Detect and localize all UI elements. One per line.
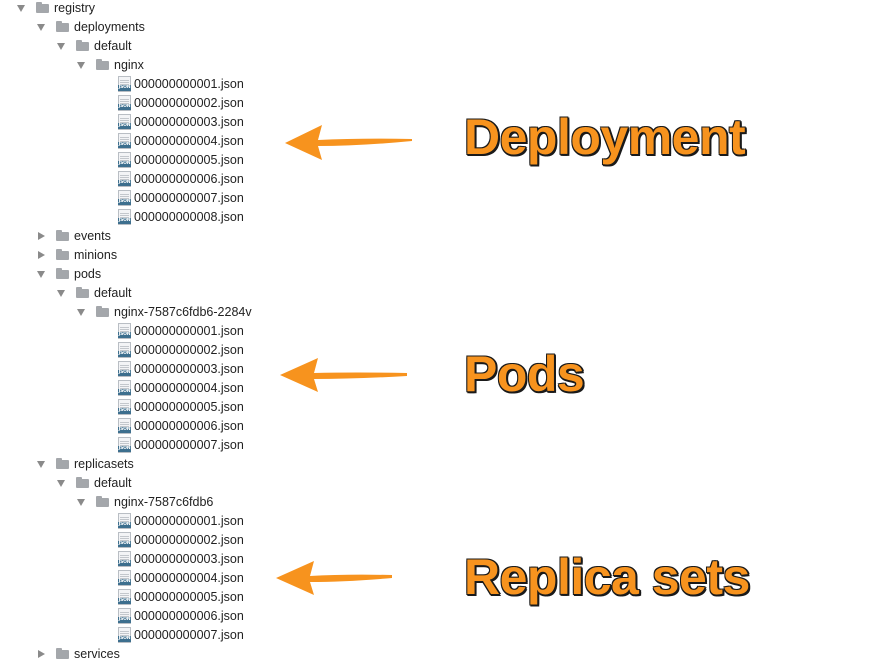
annotation-replica-sets-label: Replica sets: [464, 549, 750, 605]
